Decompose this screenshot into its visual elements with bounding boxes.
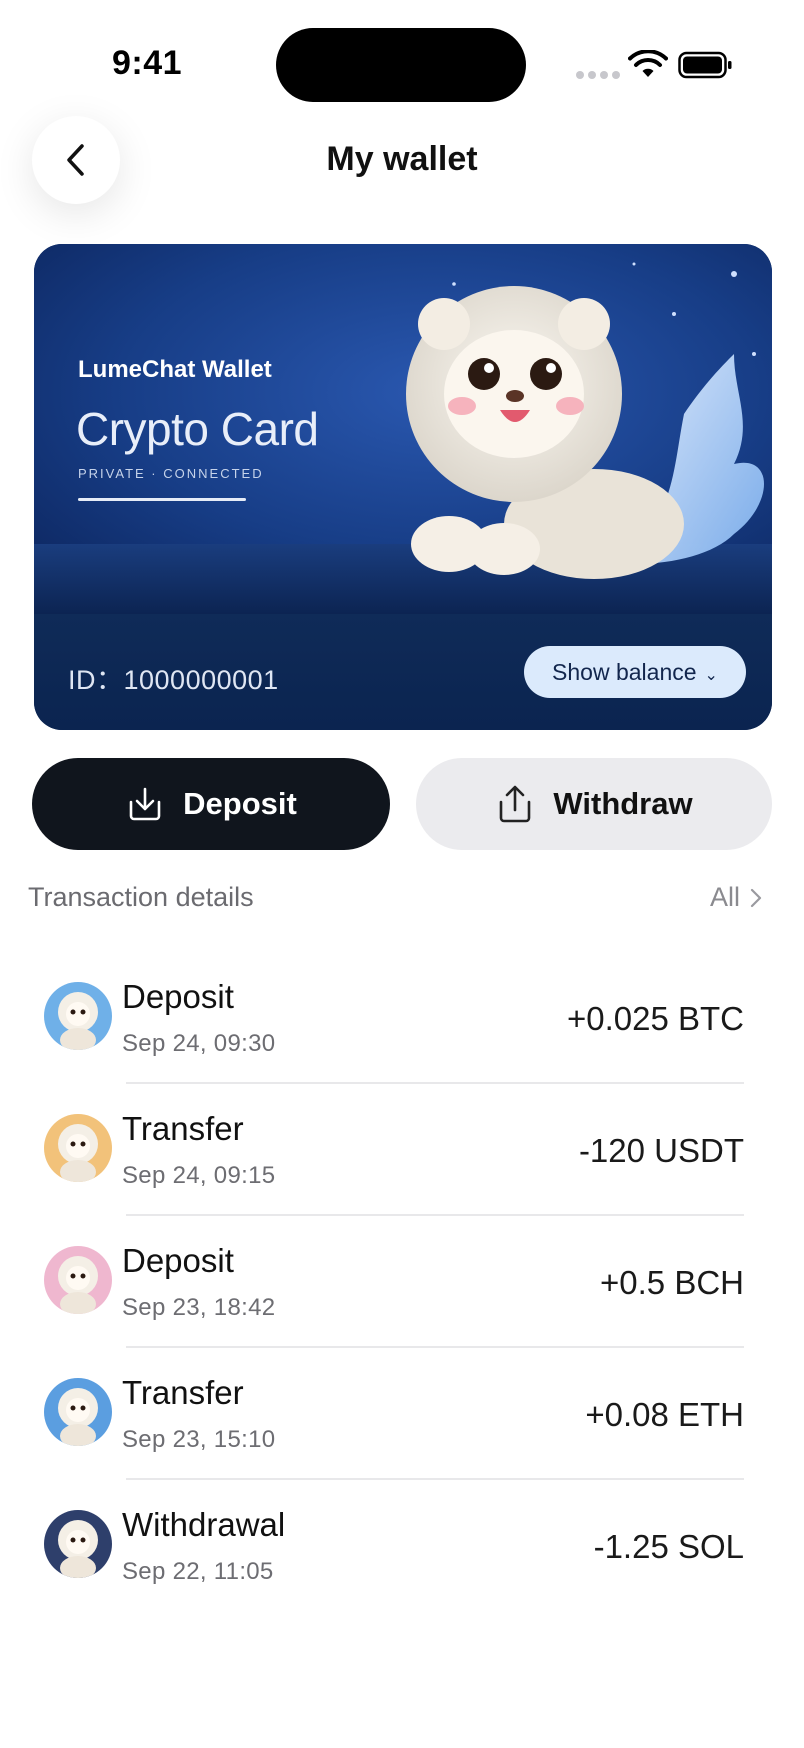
status-time: 9:41 — [112, 44, 183, 82]
card-subtitle: PRIVATE · CONNECTED — [78, 466, 264, 481]
withdraw-button[interactable]: Withdraw — [416, 758, 772, 850]
avatar — [44, 1246, 112, 1314]
transaction-type: Transfer — [122, 1110, 244, 1147]
transaction-type: Deposit — [122, 978, 234, 1015]
battery-icon — [678, 51, 732, 79]
transaction-row[interactable]: Transfer Sep 23, 15:10 +0.08 ETH — [0, 1348, 804, 1480]
download-icon — [129, 787, 161, 821]
avatar — [44, 1510, 112, 1578]
view-all-label: All — [709, 882, 740, 912]
transaction-date: Sep 22, 11:05 — [122, 1558, 274, 1585]
transaction-row[interactable]: Withdrawal Sep 22, 11:05 -1.25 SOL — [0, 1480, 804, 1612]
card-footer: ID：1000000001 Show balance ⌄ — [34, 614, 772, 730]
view-all-link[interactable]: All — [710, 882, 762, 913]
card-title: Crypto Card — [76, 403, 319, 455]
transactions-section-title: Transaction details — [28, 882, 254, 912]
transaction-amount: +0.5 BCH — [600, 1264, 744, 1301]
card-divider — [78, 498, 246, 501]
dynamic-island — [276, 28, 526, 102]
transaction-type: Withdrawal — [122, 1506, 286, 1543]
wallet-card[interactable]: LumeChat Wallet Crypto Card PRIVATE · CO… — [34, 244, 772, 730]
withdraw-label: Withdraw — [553, 786, 693, 821]
wifi-icon — [628, 50, 668, 77]
transaction-date: Sep 23, 18:42 — [122, 1294, 276, 1321]
chevron-right-icon — [750, 888, 762, 907]
transaction-amount: +0.025 BTC — [566, 1000, 744, 1037]
transaction-amount: -1.25 SOL — [593, 1528, 744, 1565]
transaction-date: Sep 24, 09:15 — [122, 1162, 276, 1189]
transaction-row[interactable]: Deposit Sep 24, 09:30 +0.025 BTC — [0, 952, 804, 1084]
upload-icon — [500, 785, 531, 823]
show-balance-label: Show balance — [552, 658, 697, 685]
avatar — [44, 1114, 112, 1182]
wallet-id: ID：1000000001 — [68, 665, 279, 695]
show-balance-button[interactable]: Show balance ⌄ — [524, 646, 746, 698]
transaction-date: Sep 24, 09:30 — [122, 1030, 276, 1057]
avatar — [44, 1378, 112, 1446]
transaction-list: Deposit Sep 24, 09:30 +0.025 BTC Transfe… — [0, 952, 804, 1612]
transaction-amount: +0.08 ETH — [585, 1396, 744, 1433]
chevron-down-icon: ⌄ — [704, 667, 718, 684]
card-brand: LumeChat Wallet — [78, 356, 272, 383]
transaction-row[interactable]: Transfer Sep 24, 09:15 -120 USDT — [0, 1084, 804, 1216]
cellular-signal-icon — [576, 71, 620, 79]
avatar — [44, 982, 112, 1050]
transaction-type: Transfer — [122, 1374, 244, 1411]
transaction-amount: -120 USDT — [578, 1132, 744, 1169]
transaction-row[interactable]: Deposit Sep 23, 18:42 +0.5 BCH — [0, 1216, 804, 1348]
transaction-type: Deposit — [122, 1242, 234, 1279]
deposit-label: Deposit — [183, 786, 297, 821]
status-bar: 9:41 — [0, 0, 804, 130]
deposit-button[interactable]: Deposit — [32, 758, 390, 850]
transaction-date: Sep 23, 15:10 — [122, 1426, 276, 1453]
page-title: My wallet — [326, 140, 478, 178]
